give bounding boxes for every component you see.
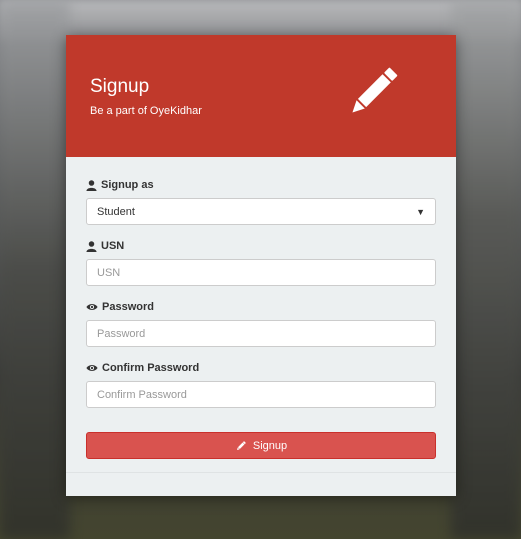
background-top xyxy=(0,0,521,40)
password-label: Password xyxy=(86,300,436,314)
background-right xyxy=(451,0,521,539)
page-subtitle: Be a part of OyeKidhar xyxy=(90,105,202,117)
password-label-text: Password xyxy=(102,301,154,313)
signup-as-label: Signup as xyxy=(86,178,436,192)
card-header: Signup Be a part of OyeKidhar xyxy=(66,35,456,157)
eye-icon xyxy=(86,365,98,371)
confirm-password-label-text: Confirm Password xyxy=(102,362,200,374)
signup-card: Signup Be a part of OyeKidhar Signup as … xyxy=(66,35,456,496)
signup-form: Signup as Student ▼ USN USN Password Con… xyxy=(66,157,456,459)
user-icon xyxy=(86,240,97,252)
signup-button[interactable]: Signup xyxy=(86,432,436,459)
password-input[interactable] xyxy=(86,320,436,347)
password-group: Password xyxy=(86,300,436,347)
chevron-down-icon: ▼ xyxy=(416,206,425,217)
signup-as-select[interactable]: Student ▼ xyxy=(86,198,436,225)
confirm-password-group: Confirm Password xyxy=(86,361,436,408)
signup-as-label-text: Signup as xyxy=(101,179,154,191)
usn-label-text: USN xyxy=(101,240,125,252)
footer-divider xyxy=(66,472,456,473)
confirm-password-input[interactable] xyxy=(86,381,436,408)
user-icon xyxy=(86,179,97,191)
usn-label: USN xyxy=(86,239,436,253)
pencil-icon xyxy=(352,67,398,113)
signup-button-label: Signup xyxy=(252,439,288,452)
eye-icon xyxy=(86,304,98,310)
pencil-icon xyxy=(236,440,246,450)
signup-as-group: Signup as Student ▼ xyxy=(86,178,436,225)
confirm-password-label: Confirm Password xyxy=(86,361,436,375)
signup-as-selected-value: Student xyxy=(97,205,135,218)
usn-group: USN xyxy=(86,239,436,286)
background-left xyxy=(0,0,70,539)
page-title: Signup xyxy=(90,76,150,97)
usn-input[interactable] xyxy=(86,259,436,286)
